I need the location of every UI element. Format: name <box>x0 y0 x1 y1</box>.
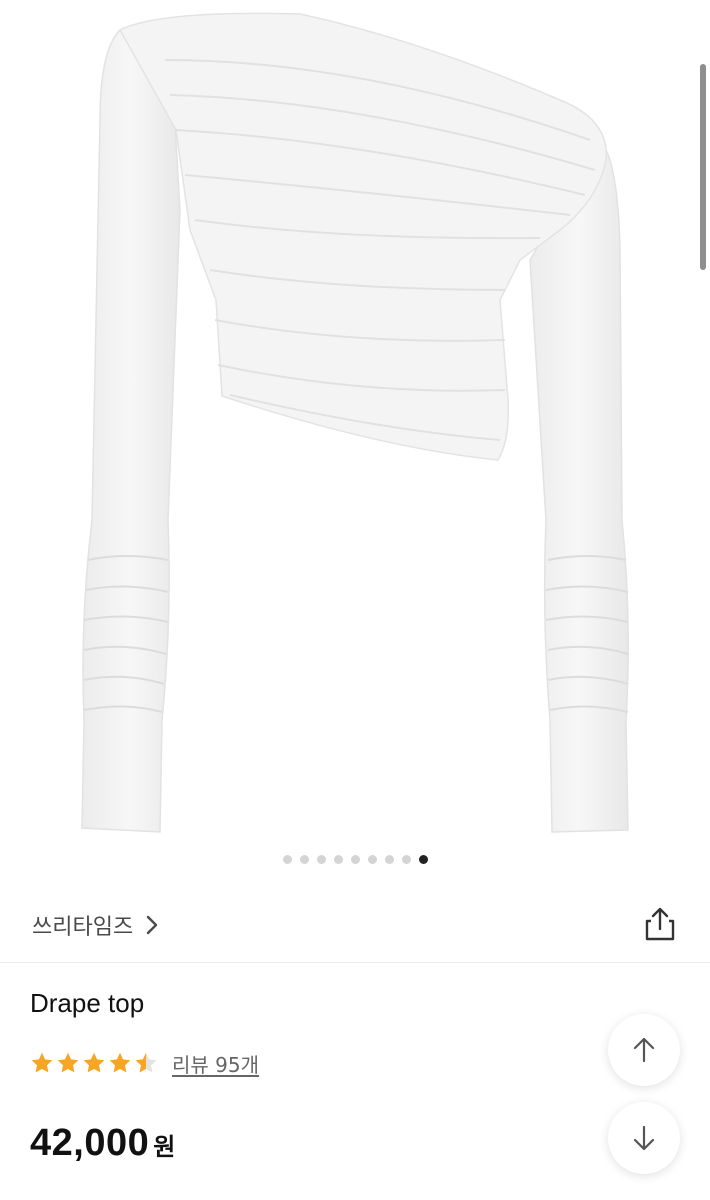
carousel-dot[interactable] <box>282 855 292 864</box>
product-title: Drape top <box>30 988 145 1018</box>
brand-row: 쓰리타임즈 <box>0 898 710 954</box>
rating-stars <box>30 1051 158 1075</box>
star-icon <box>57 1052 79 1073</box>
carousel-indicators <box>0 855 710 864</box>
carousel-dot[interactable] <box>384 855 394 864</box>
review-count-link[interactable]: 리뷰 95개 <box>172 1049 259 1078</box>
product-image <box>81 12 629 833</box>
scrollbar-thumb[interactable] <box>700 64 706 270</box>
divider <box>0 962 710 963</box>
scroll-up-button[interactable] <box>608 1014 680 1086</box>
star-icon <box>31 1052 53 1073</box>
star-icon <box>83 1052 105 1073</box>
brand-name: 쓰리타임즈 <box>32 915 134 940</box>
carousel-dot[interactable] <box>350 855 360 864</box>
brand-link[interactable]: 쓰리타임즈 <box>32 909 159 941</box>
scroll-down-button[interactable] <box>608 1102 680 1174</box>
carousel-dot[interactable] <box>299 855 309 864</box>
star-icon <box>109 1052 131 1073</box>
chevron-right-icon <box>147 915 158 935</box>
star-half-icon <box>135 1052 157 1073</box>
carousel-dot[interactable] <box>333 855 343 864</box>
arrow-down-icon <box>633 1125 655 1151</box>
product-image-gallery[interactable] <box>0 0 710 880</box>
carousel-dot[interactable] <box>367 855 377 864</box>
arrow-up-icon <box>633 1037 655 1063</box>
carousel-dot[interactable] <box>401 855 411 864</box>
carousel-dot[interactable] <box>316 855 326 864</box>
price-currency: 원 <box>153 1133 176 1161</box>
carousel-dot-active[interactable] <box>418 855 428 864</box>
rating-row: 리뷰 95개 <box>30 1046 259 1080</box>
price-value: 42,000 <box>30 1122 150 1164</box>
price-row: 42,000 원 <box>30 1122 175 1165</box>
share-icon[interactable] <box>640 904 680 944</box>
